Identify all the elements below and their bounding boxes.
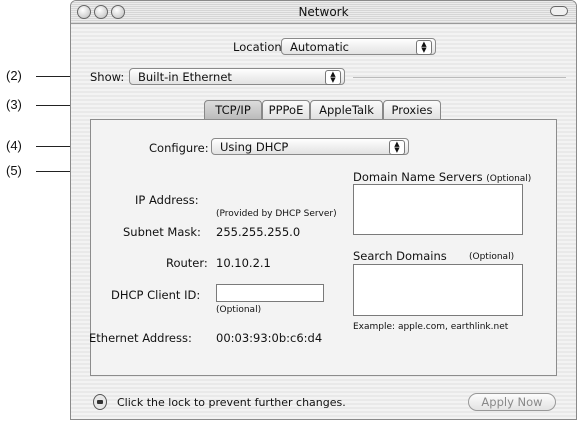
show-popup[interactable]: Built-in Ethernet ▲ ▼ bbox=[129, 68, 345, 85]
dns-optional: (Optional) bbox=[486, 174, 532, 184]
separator-line bbox=[353, 77, 566, 78]
search-domains-optional: (Optional) bbox=[469, 252, 515, 262]
apply-now-button[interactable]: Apply Now bbox=[468, 393, 556, 411]
title-bar: Network bbox=[71, 1, 576, 24]
show-label: Show: bbox=[90, 70, 125, 84]
show-value: Built-in Ethernet bbox=[138, 70, 232, 84]
ethernet-address-value: 00:03:93:0b:c6:d4 bbox=[216, 331, 323, 345]
location-popup[interactable]: Automatic ▲ ▼ bbox=[281, 38, 436, 55]
search-domains-example: Example: apple.com, earthlink.net bbox=[353, 322, 509, 332]
popup-arrows-icon: ▲ ▼ bbox=[389, 140, 405, 155]
subnet-mask-value: 255.255.255.0 bbox=[216, 225, 301, 239]
dns-label: Domain Name Servers (Optional) bbox=[353, 170, 531, 184]
location-value: Automatic bbox=[290, 40, 349, 54]
ip-address-note: (Provided by DHCP Server) bbox=[216, 209, 337, 219]
dns-label-text: Domain Name Servers bbox=[353, 170, 483, 184]
lock-icon[interactable] bbox=[93, 394, 107, 410]
tab-tcp-ip[interactable]: TCP/IP bbox=[204, 100, 262, 119]
location-label: Location: bbox=[233, 40, 286, 54]
tab-pppoe[interactable]: PPPoE bbox=[262, 100, 310, 119]
search-domains-field[interactable] bbox=[353, 264, 523, 316]
ip-address-label: IP Address: bbox=[135, 193, 199, 207]
callout-4: (4) bbox=[6, 138, 22, 153]
ethernet-address-label: Ethernet Address: bbox=[89, 331, 192, 345]
callout-2: (2) bbox=[6, 68, 22, 83]
network-window: Network Location: Automatic ▲ ▼ Show: Bui… bbox=[70, 0, 577, 420]
configure-popup[interactable]: Using DHCP ▲ ▼ bbox=[211, 138, 409, 155]
dns-servers-field[interactable] bbox=[353, 184, 523, 235]
dhcp-client-id-value bbox=[217, 290, 220, 303]
configure-label: Configure: bbox=[149, 141, 209, 155]
callout-3: (3) bbox=[6, 97, 22, 112]
callout-5: (5) bbox=[6, 163, 22, 178]
window-title: Network bbox=[298, 5, 349, 19]
tab-appletalk[interactable]: AppleTalk bbox=[310, 100, 383, 119]
dhcp-client-id-note: (Optional) bbox=[216, 305, 262, 315]
router-label: Router: bbox=[166, 256, 208, 270]
search-domains-label: Search Domains bbox=[353, 249, 447, 263]
toolbar-toggle-button[interactable] bbox=[550, 6, 568, 16]
subnet-mask-label: Subnet Mask: bbox=[123, 225, 201, 239]
popup-arrows-icon: ▲ ▼ bbox=[325, 70, 341, 85]
lock-message: Click the lock to prevent further change… bbox=[117, 396, 346, 409]
popup-arrows-icon: ▲ ▼ bbox=[416, 40, 432, 55]
dhcp-client-id-label: DHCP Client ID: bbox=[111, 288, 201, 302]
configure-value: Using DHCP bbox=[220, 140, 289, 154]
dhcp-client-id-field[interactable] bbox=[216, 284, 324, 302]
tab-proxies[interactable]: Proxies bbox=[383, 100, 441, 119]
router-value: 10.10.2.1 bbox=[216, 256, 271, 270]
